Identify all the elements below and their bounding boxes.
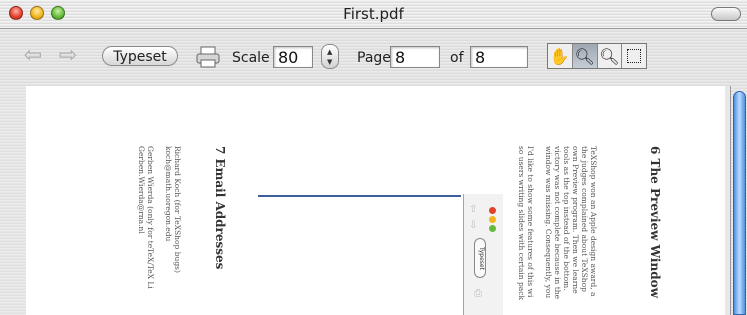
- mini-green-dot: [489, 225, 496, 232]
- preview-line: the judges complained about TeXShop: [580, 146, 589, 292]
- preview-line: so users writing slides with certain pac…: [517, 146, 526, 301]
- preview-line: tools as the top instead of the bottom.: [562, 146, 571, 291]
- scale-field[interactable]: 80: [273, 46, 313, 68]
- stepper-down-icon[interactable]: ▼: [327, 58, 332, 66]
- typeset-button[interactable]: Typeset: [102, 46, 178, 66]
- forward-arrow-icon[interactable]: ⇨: [55, 44, 81, 68]
- preview-line: TeXShop won an Apple design award, a: [589, 146, 598, 297]
- section-heading-preview: 6 The Preview Window: [648, 146, 662, 298]
- page-label: Page: [357, 50, 391, 66]
- hand-tool-icon[interactable]: ✋: [548, 44, 573, 68]
- email-line: Richard Koch (for TeXShop bugs): [173, 146, 182, 273]
- left-margin: [0, 86, 26, 315]
- preview-line: victory was not complete because in the: [553, 146, 562, 300]
- screenshot-border-line: [258, 195, 461, 197]
- of-label: of: [450, 50, 464, 66]
- toolbar-toggle-button[interactable]: [711, 7, 741, 21]
- magnify-tool-icon[interactable]: 🔍︎: [572, 44, 598, 68]
- preview-line: I'd like to show some features of this w…: [526, 146, 535, 298]
- preview-line: own Preview program. Then we learne: [571, 146, 580, 294]
- scale-label: Scale: [232, 50, 270, 66]
- mini-red-dot: [489, 207, 496, 214]
- section-body-preview: TeXShop won an Apple design award, a the…: [517, 146, 598, 300]
- page-count-field: 8: [470, 46, 528, 68]
- email-line: Gerben Wierda (only for teTeX/TeX Li: [146, 146, 155, 289]
- toolbar: ⇦ ⇨ Typeset Scale 80 ▲ ▼ Page 8 of 8 ✋ 🔍…: [0, 29, 747, 87]
- zoom-tool-icon[interactable]: 🔍︎: [598, 44, 623, 68]
- printer-icon[interactable]: [195, 45, 221, 69]
- window-title: First.pdf: [343, 5, 404, 23]
- pdf-view[interactable]: 7 Email Addresses Richard Koch (for TeXS…: [0, 86, 747, 315]
- mini-yellow-dot: [489, 216, 496, 223]
- select-tool-icon[interactable]: [622, 44, 646, 68]
- scrollbar-thumb[interactable]: [733, 91, 746, 315]
- vertical-scrollbar[interactable]: [730, 86, 747, 315]
- section-heading-email: 7 Email Addresses: [213, 146, 227, 270]
- page-field[interactable]: 8: [390, 46, 440, 68]
- title-bar[interactable]: First.pdf: [0, 0, 747, 29]
- tool-selector: ✋ 🔍︎ 🔍︎: [547, 43, 647, 69]
- preview-line: window was missing. Consequently, you: [544, 146, 553, 299]
- mini-typeset-button: Typeset: [474, 238, 486, 278]
- email-line: koch@math.uoregon.edu: [164, 146, 173, 242]
- embedded-screenshot: ⇧ ⇩ Typeset ⎙: [463, 194, 503, 315]
- email-line: Gerben.Wierda@rna.nl: [137, 146, 146, 234]
- mini-up-arrow-icon: ⇧: [469, 204, 478, 215]
- mini-printer-icon: ⎙: [474, 288, 482, 299]
- mini-down-arrow-icon: ⇩: [469, 220, 478, 231]
- stepper-up-icon[interactable]: ▲: [327, 48, 332, 56]
- back-arrow-icon[interactable]: ⇦: [20, 44, 46, 68]
- section-body-email: Richard Koch (for TeXShop bugs) koch@mat…: [137, 146, 182, 289]
- scale-stepper[interactable]: ▲ ▼: [321, 44, 339, 69]
